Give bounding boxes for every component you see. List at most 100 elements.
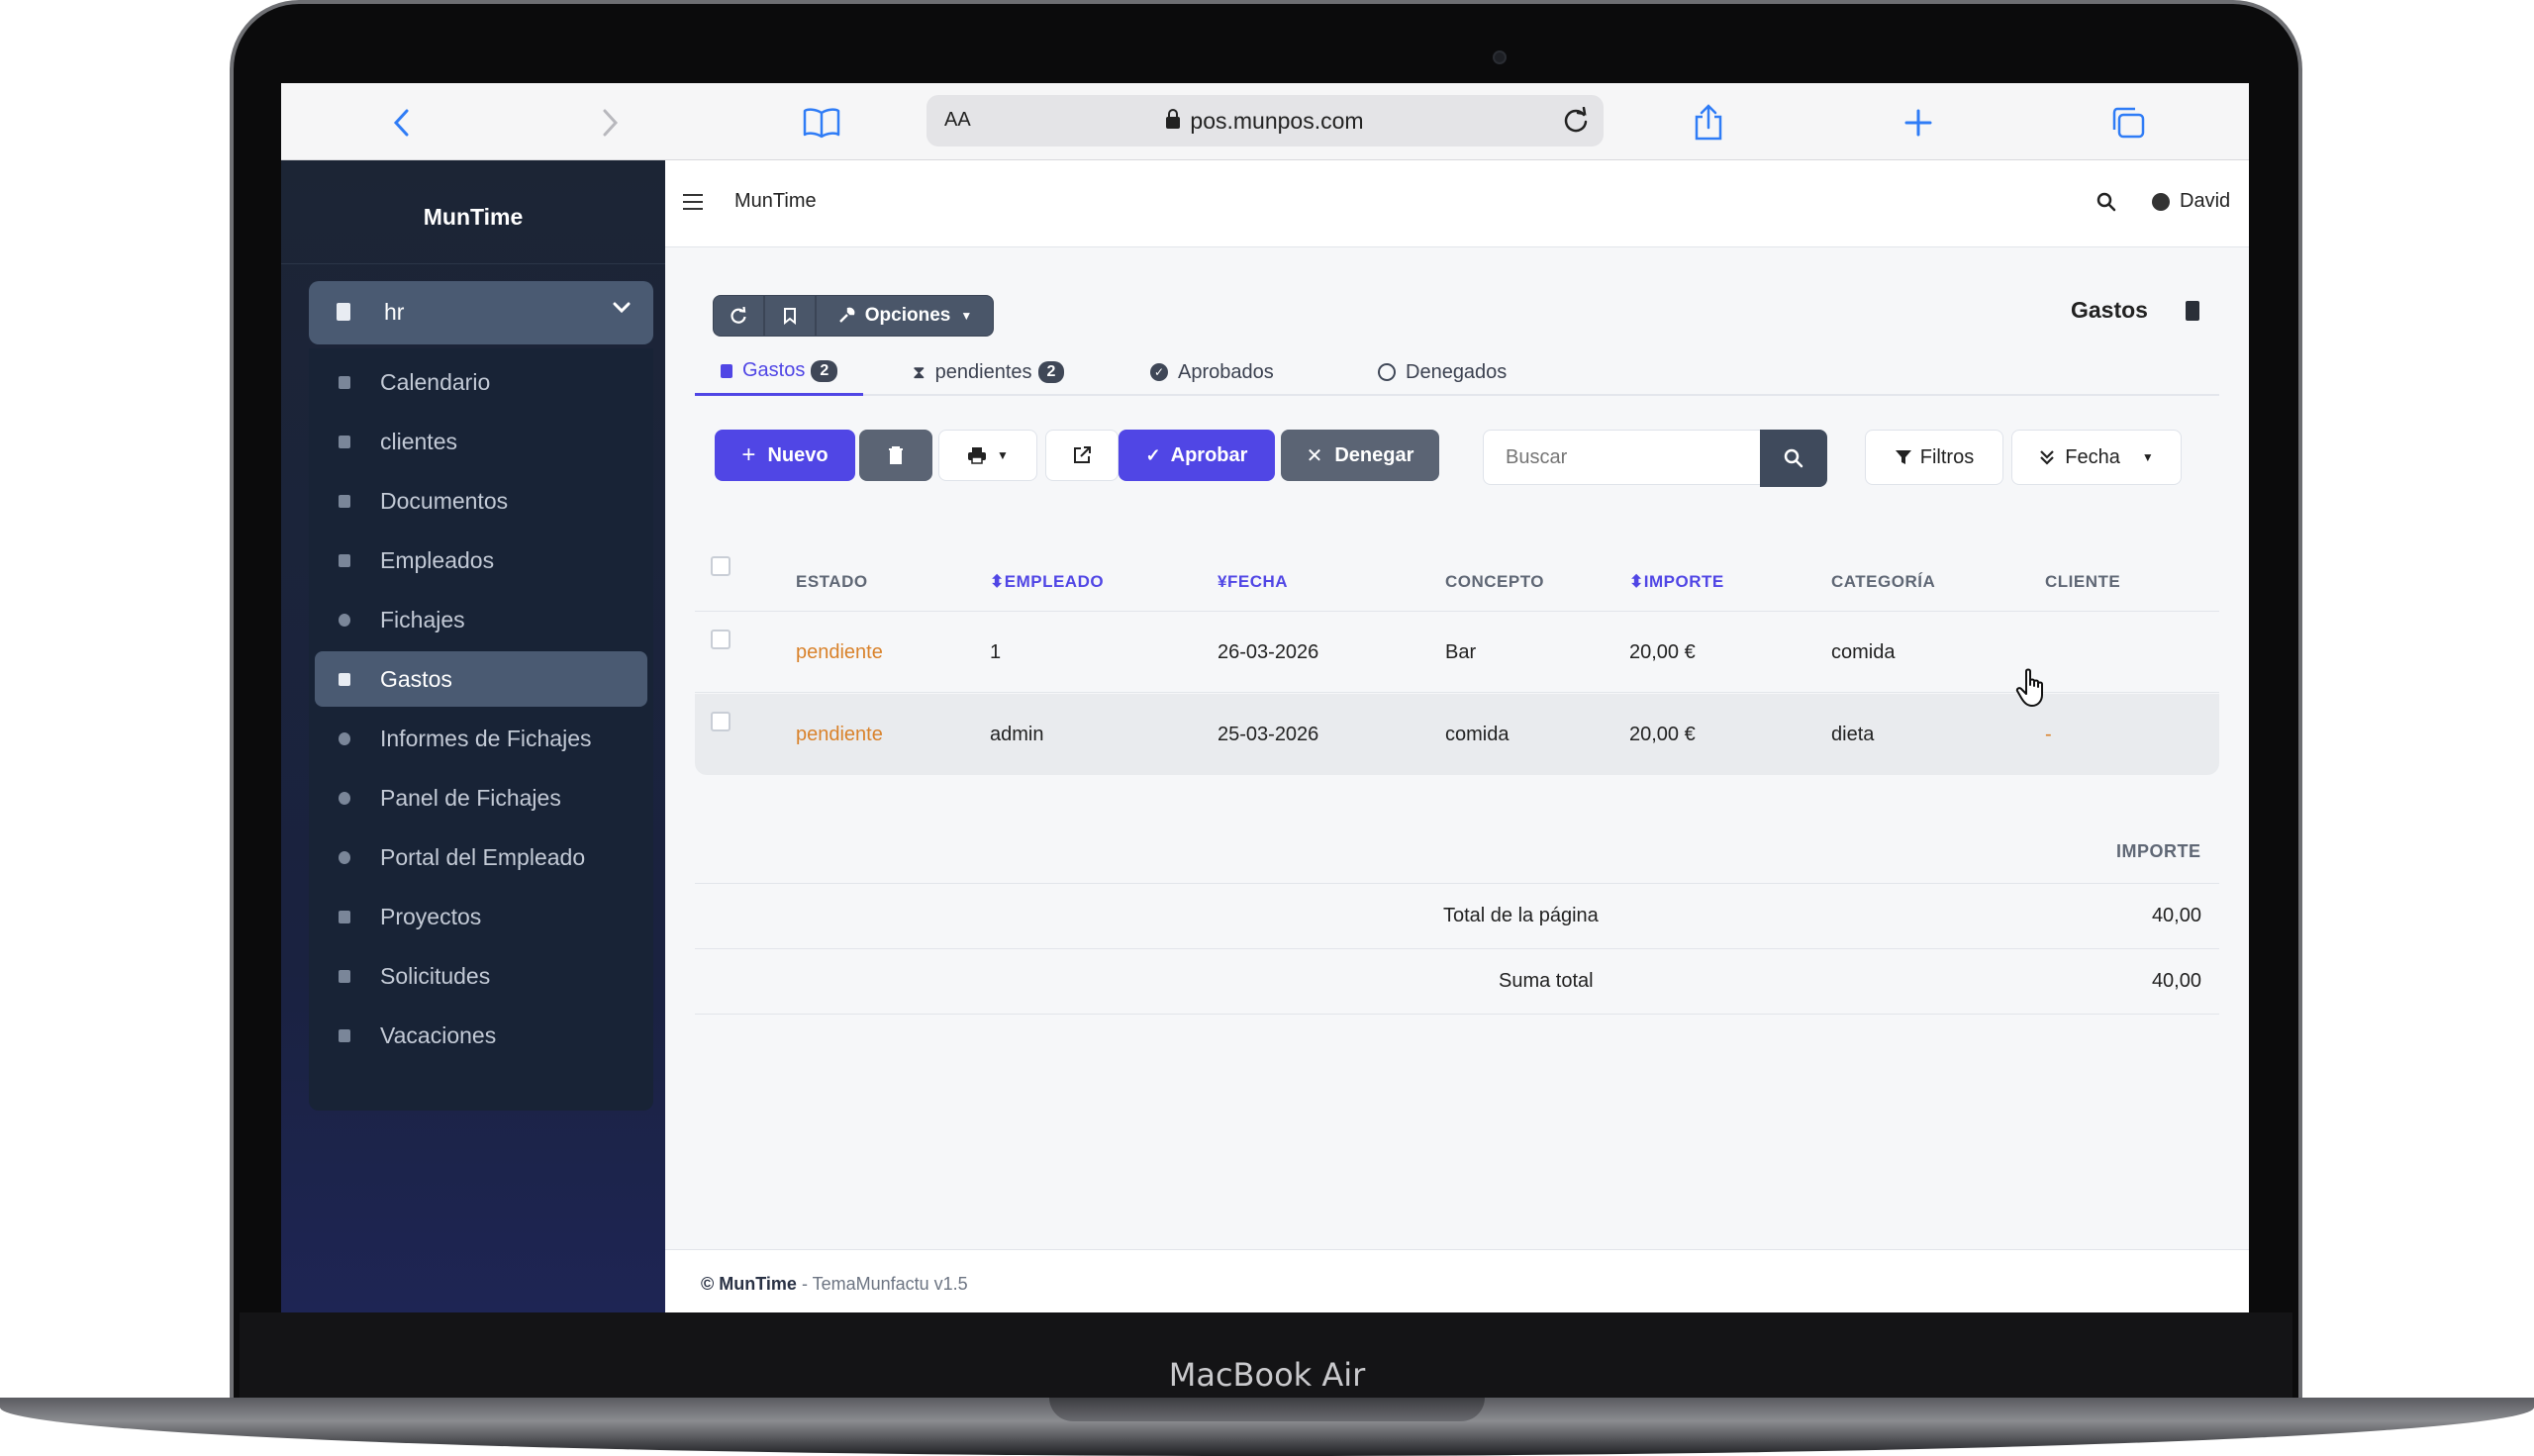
sidebar-item-documentos[interactable]: Documentos (315, 473, 647, 529)
topbar-title[interactable]: MunTime (734, 190, 817, 213)
new-button-label: Nuevo (767, 443, 828, 466)
column-empleado[interactable]: ⬍EMPLEADO (990, 572, 1104, 592)
cell-categoria: comida (1831, 641, 1896, 663)
footer-brand[interactable]: © MunTime (701, 1274, 797, 1294)
open-external-button[interactable] (1045, 430, 1119, 481)
tab-denegados[interactable]: Denegados (1378, 348, 1507, 396)
tab-label: Denegados (1406, 360, 1508, 383)
tab-pendientes[interactable]: ⧗ pendientes 2 (913, 348, 1065, 396)
column-label: EMPLEADO (1004, 572, 1105, 591)
sidebar-item-label: Vacaciones (380, 1022, 497, 1048)
footer: © MunTime - TemaMunfactu v1.5 (665, 1249, 2249, 1312)
filters-button[interactable]: Filtros (1865, 430, 2003, 485)
sidebar-item-proyectos[interactable]: Proyectos (315, 889, 647, 944)
order-dropdown[interactable]: Fecha ▼ (2011, 430, 2182, 485)
table-row[interactable]: pendiente 1 26-03-2026 Bar 20,00 € comid… (695, 612, 2219, 693)
select-all-checkbox[interactable] (711, 556, 731, 576)
sort-amount-down-icon (2040, 450, 2055, 465)
column-categoria[interactable]: CATEGORÍA (1831, 572, 1935, 592)
user-menu[interactable]: David (2152, 190, 2230, 213)
forward-button[interactable] (588, 101, 632, 145)
tab-gastos[interactable]: Gastos 2 (695, 348, 864, 396)
chevron-right-icon (603, 109, 619, 137)
id-card-icon (339, 554, 350, 567)
divider (695, 948, 2219, 949)
sidebar-item-fichajes[interactable]: Fichajes (315, 592, 647, 647)
grand-total-label: Suma total (1499, 970, 1594, 992)
sidebar-item-calendario[interactable]: Calendario (315, 354, 647, 410)
bookmark-icon (784, 308, 796, 325)
sidebar-item-vacaciones[interactable]: Vacaciones (315, 1008, 647, 1063)
sort-icon: ⬍ (1629, 572, 1644, 591)
approve-button[interactable]: ✓ Aprobar (1119, 430, 1275, 481)
sidebar-item-label: Documentos (380, 488, 509, 514)
new-tab-button[interactable] (1897, 101, 1940, 145)
options-label: Opciones (864, 305, 951, 326)
sidebar-item-portal-del-empleado[interactable]: Portal del Empleado (315, 829, 647, 885)
back-button[interactable] (380, 101, 424, 145)
tabs: Gastos 2 ⧗ pendientes 2 ✓ Aprobados Dene… (695, 348, 2219, 396)
plus-icon: + (741, 441, 756, 468)
search-icon[interactable] (2096, 192, 2116, 217)
book-icon (803, 108, 840, 139)
share-button[interactable] (1687, 101, 1730, 145)
cell-concepto: Bar (1445, 641, 1477, 663)
sort-icon: ⬍ (990, 572, 1005, 591)
grand-total-value: 40,00 (2151, 970, 2201, 992)
totals-header: IMPORTE (2116, 841, 2201, 861)
sort-down-icon: ¥ (1218, 572, 1227, 591)
sidebar-item-label: clientes (380, 429, 457, 454)
column-estado[interactable]: ESTADO (796, 572, 868, 592)
tab-badge: 2 (811, 359, 838, 382)
file-icon (339, 495, 350, 508)
column-concepto[interactable]: CONCEPTO (1445, 572, 1544, 592)
sidebar-item-panel-de-fichajes[interactable]: Panel de Fichajes (315, 770, 647, 825)
sidebar-item-empleados[interactable]: Empleados (315, 533, 647, 588)
table-row[interactable]: pendiente admin 25-03-2026 comida 20,00 … (695, 694, 2219, 775)
column-importe[interactable]: ⬍IMPORTE (1629, 572, 1724, 592)
menu-toggle-icon[interactable] (683, 194, 703, 210)
camera (1493, 50, 1507, 64)
trash-icon (889, 446, 903, 464)
palette-icon (339, 851, 350, 864)
column-cliente[interactable]: CLIENTE (2045, 572, 2120, 592)
search-button[interactable] (1760, 430, 1827, 487)
row-checkbox[interactable] (711, 712, 731, 731)
cell-fecha: 26-03-2026 (1218, 641, 1319, 663)
sidebar-brand[interactable]: MunTime (281, 204, 665, 231)
view-toolbar: Opciones ▼ (713, 295, 994, 337)
sidebar-item-gastos[interactable]: Gastos (315, 651, 647, 707)
sidebar-item-solicitudes[interactable]: Solicitudes (315, 948, 647, 1004)
new-button[interactable]: + Nuevo (715, 430, 855, 481)
browser-toolbar: AA pos.munpos.com (281, 83, 2249, 160)
search-input[interactable] (1483, 430, 1776, 485)
reload-button[interactable] (1562, 106, 1590, 140)
hourglass-icon: ⧗ (913, 361, 926, 382)
page-total-label: Total de la página (1443, 905, 1599, 926)
delete-button[interactable] (859, 430, 932, 481)
deny-button[interactable]: ✕ Denegar (1281, 430, 1439, 481)
bookmark-button[interactable] (764, 295, 816, 337)
column-fecha[interactable]: ¥FECHA (1218, 572, 1288, 592)
sidebar-item-informes-de-fichajes[interactable]: Informes de Fichajes (315, 711, 647, 766)
module-label: hr (384, 299, 405, 325)
module-selector[interactable]: hr (309, 281, 653, 344)
building-icon (339, 436, 350, 448)
print-dropdown[interactable]: ▼ (938, 430, 1037, 481)
sidebar-item-clientes[interactable]: clientes (315, 414, 647, 469)
tabs-overview-button[interactable] (2106, 101, 2150, 145)
search-icon (1784, 448, 1803, 468)
topbar: MunTime David (665, 160, 2249, 247)
umbrella-beach-icon (339, 1029, 350, 1042)
cell-empleado: admin (990, 724, 1044, 745)
ban-icon (1378, 363, 1396, 381)
palette-icon (339, 792, 350, 805)
reload-view-button[interactable] (713, 295, 764, 337)
address-bar[interactable]: AA pos.munpos.com (926, 95, 1604, 146)
chevron-down-icon (612, 301, 632, 320)
bookmarks-button[interactable] (800, 101, 843, 145)
row-checkbox[interactable] (711, 630, 731, 649)
approve-label: Aprobar (1170, 443, 1248, 466)
tab-aprobados[interactable]: ✓ Aprobados (1150, 348, 1274, 396)
options-dropdown[interactable]: Opciones ▼ (816, 295, 994, 337)
